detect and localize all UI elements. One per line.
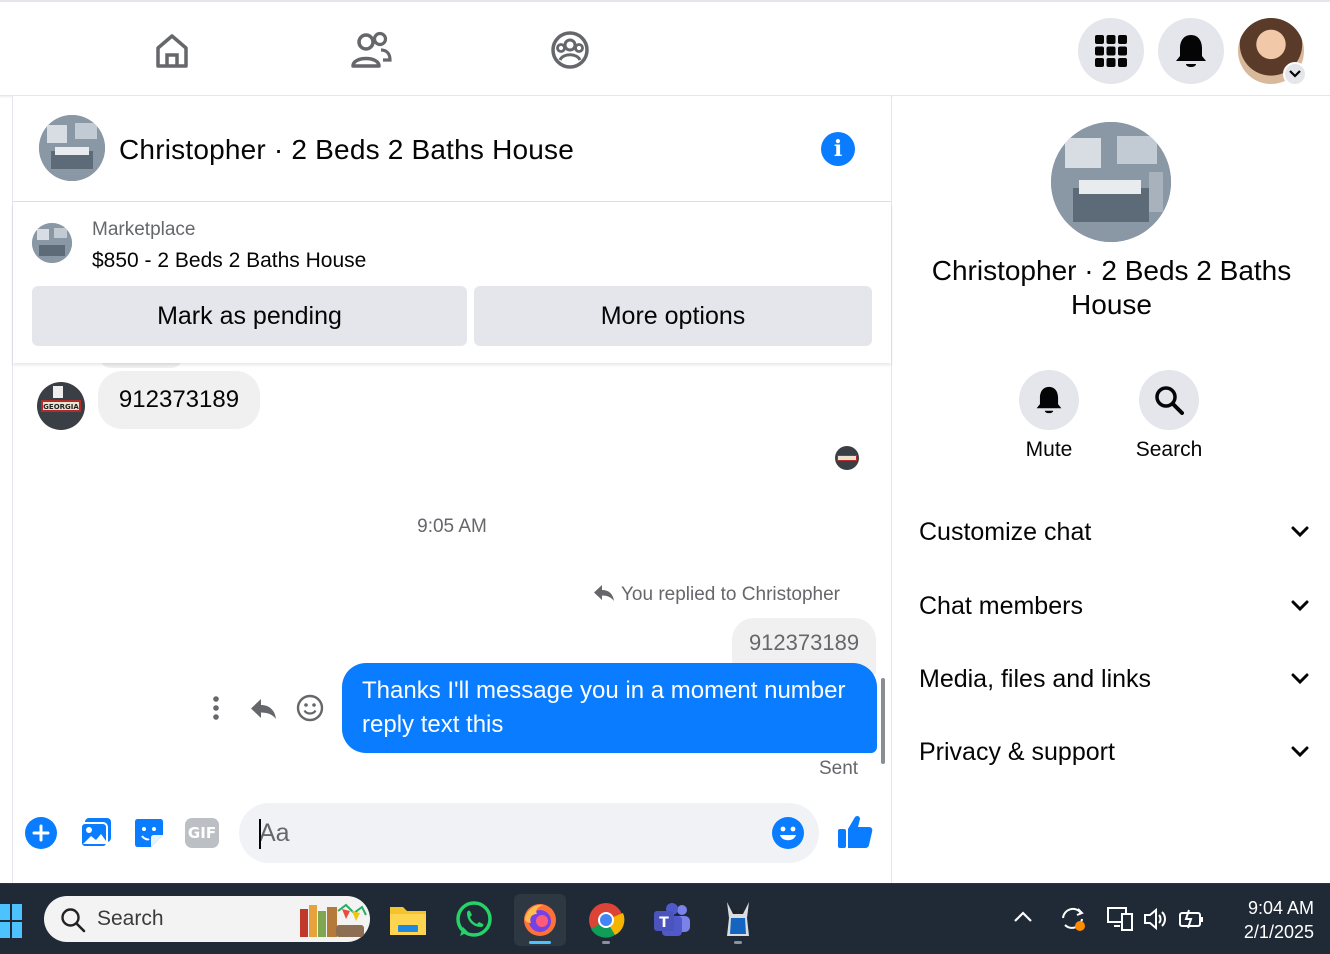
- like-thumbs-up-icon[interactable]: [837, 814, 873, 850]
- message-timestamp: 9:05 AM: [417, 516, 487, 537]
- search-icon: [60, 907, 86, 933]
- marketplace-listing-banner: Marketplace $850 - 2 Beds 2 Baths House …: [13, 203, 891, 363]
- mute-label: Mute: [1025, 438, 1073, 461]
- conversation-avatar-large[interactable]: [1051, 122, 1171, 242]
- attach-photo-icon[interactable]: [79, 817, 113, 849]
- chevron-down-icon[interactable]: [1283, 62, 1307, 86]
- home-icon[interactable]: [150, 28, 194, 72]
- mute-button[interactable]: [1019, 370, 1079, 430]
- taskbar-search-label: Search: [97, 907, 164, 930]
- privacy-support-label: Privacy & support: [919, 737, 1115, 766]
- outgoing-message-bubble[interactable]: Thanks I'll message you in a moment numb…: [342, 663, 877, 753]
- scrollbar[interactable]: [881, 678, 885, 764]
- sender-avatar[interactable]: GEORGIA: [37, 382, 85, 430]
- clock-time: 9:04 AM: [1247, 898, 1314, 918]
- chat-members-section[interactable]: Chat members: [919, 586, 1309, 626]
- battery-charging-icon[interactable]: [1178, 906, 1206, 932]
- chat-members-label: Chat members: [919, 591, 1083, 620]
- message-status: Sent: [819, 758, 859, 779]
- windows-taskbar: Search T 9:04 AM 2/1/2025: [0, 883, 1330, 954]
- sticker-icon[interactable]: [133, 817, 165, 849]
- teams-icon[interactable]: T: [646, 894, 698, 946]
- search-label: Search: [1135, 438, 1203, 461]
- active-app-indicator: [529, 941, 551, 944]
- volume-icon[interactable]: [1142, 906, 1168, 932]
- marketplace-label: Marketplace: [92, 219, 196, 240]
- listing-title[interactable]: $850 - 2 Beds 2 Baths House: [92, 249, 366, 273]
- reply-arrow-icon: [593, 583, 617, 607]
- chevron-down-icon: [1291, 600, 1309, 612]
- reply-icon[interactable]: [249, 696, 279, 722]
- taskbar-search-box[interactable]: Search: [44, 896, 370, 942]
- customize-chat-section[interactable]: Customize chat: [919, 512, 1309, 552]
- info-icon[interactable]: i: [821, 132, 855, 166]
- read-receipt-avatar: [835, 446, 859, 470]
- media-files-links-section[interactable]: Media, files and links: [919, 659, 1309, 699]
- customize-chat-label: Customize chat: [919, 517, 1092, 546]
- incoming-message-bubble[interactable]: 912373189: [98, 371, 260, 429]
- reply-note: You replied to Christopher: [621, 584, 840, 605]
- sync-icon[interactable]: [1058, 904, 1088, 934]
- more-options-button[interactable]: More options: [474, 286, 872, 346]
- chevron-down-icon: [1291, 673, 1309, 685]
- add-more-icon[interactable]: [25, 817, 57, 849]
- friends-icon[interactable]: [349, 28, 393, 72]
- conversation-title[interactable]: Christopher · 2 Beds 2 Baths House: [119, 134, 574, 166]
- text-caret: [259, 819, 261, 849]
- firefox-icon[interactable]: [514, 894, 566, 946]
- privacy-support-section[interactable]: Privacy & support: [919, 732, 1309, 772]
- system-clock[interactable]: 9:04 AM 2/1/2025: [1214, 896, 1314, 944]
- svg-text:T: T: [659, 915, 669, 931]
- svg-text:GEORGIA: GEORGIA: [43, 403, 79, 411]
- network-display-icon[interactable]: [1106, 906, 1134, 932]
- message-input[interactable]: Aa: [239, 803, 819, 863]
- emoji-picker-icon[interactable]: [771, 816, 805, 850]
- conversation-avatar[interactable]: [39, 115, 105, 181]
- conversation-pane: Christopher · 2 Beds 2 Baths House i Mar…: [12, 96, 892, 883]
- top-navigation-bar: [0, 0, 1330, 96]
- notifications-bell-icon[interactable]: [1158, 18, 1224, 84]
- listing-thumbnail[interactable]: [32, 223, 72, 263]
- whatsapp-icon[interactable]: [448, 894, 500, 946]
- app-icon[interactable]: [712, 894, 764, 946]
- chevron-down-icon: [1291, 746, 1309, 758]
- file-explorer-icon[interactable]: [382, 894, 434, 946]
- chevron-down-icon: [1291, 526, 1309, 538]
- search-in-conversation-button[interactable]: [1139, 370, 1199, 430]
- chrome-icon[interactable]: [580, 894, 632, 946]
- media-files-links-label: Media, files and links: [919, 664, 1152, 693]
- groups-icon[interactable]: [548, 28, 592, 72]
- windows-start-icon[interactable]: [0, 904, 22, 938]
- menu-grid-icon[interactable]: [1078, 18, 1144, 84]
- react-emoji-icon[interactable]: [296, 694, 324, 722]
- gif-icon[interactable]: GIF: [185, 818, 219, 848]
- conversation-details-pane: Christopher · 2 Beds 2 Baths House Mute …: [893, 96, 1330, 883]
- conversation-header: Christopher · 2 Beds 2 Baths House i: [13, 96, 891, 202]
- more-actions-icon[interactable]: [209, 695, 223, 723]
- running-app-indicator: [734, 941, 742, 944]
- chevron-up-icon[interactable]: [1012, 910, 1034, 928]
- running-app-indicator: [602, 941, 610, 944]
- conversation-name: Christopher · 2 Beds 2 Baths House: [931, 255, 1292, 320]
- search-highlight-books-icon: [296, 899, 368, 939]
- message-input-placeholder: Aa: [259, 819, 290, 847]
- mark-as-pending-button[interactable]: Mark as pending: [32, 286, 467, 346]
- clock-date: 2/1/2025: [1243, 922, 1314, 942]
